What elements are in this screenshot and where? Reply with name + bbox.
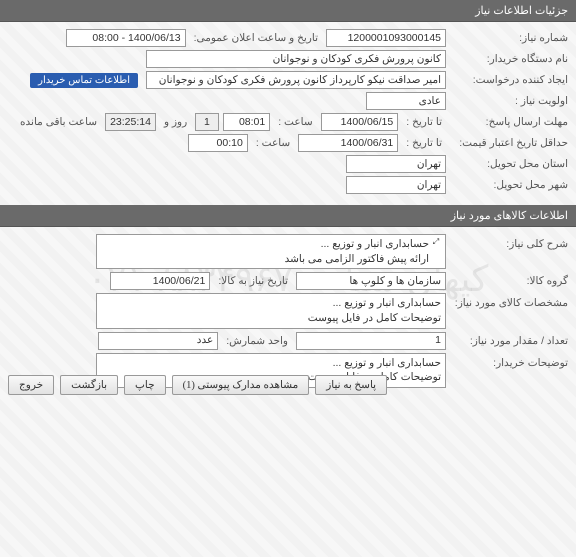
sublabel-days-and: روز و	[164, 116, 187, 128]
buyer-comments-line1: حسابداری انبار و توزیع ...	[101, 356, 441, 371]
panel-header-items-info: اطلاعات کالاهای مورد نیاز	[0, 205, 576, 227]
sublabel-time-1: ساعت :	[278, 116, 312, 128]
sublabel-hours-remaining: ساعت باقی مانده	[20, 116, 97, 128]
field-item-spec: حسابداری انبار و توزیع ... توضیحات کامل …	[96, 293, 446, 328]
label-response-deadline: مهلت ارسال پاسخ:	[450, 116, 568, 128]
field-announce-datetime: 1400/06/13 - 08:00	[66, 29, 186, 47]
field-delivery-city: تهران	[346, 176, 446, 194]
exit-button[interactable]: خروج	[8, 375, 54, 395]
field-need-to-product-date: 1400/06/21	[110, 272, 210, 290]
label-need-number: شماره نیاز:	[450, 32, 568, 44]
label-request-creator: ایجاد کننده درخواست:	[450, 74, 568, 86]
item-spec-line1: حسابداری انبار و توزیع ...	[101, 296, 441, 311]
section-items-info: شرح کلی نیاز: ⤢ حسابداری انبار و توزیع .…	[0, 227, 576, 399]
sublabel-to-date-1: تا تاریخ :	[406, 116, 442, 128]
need-desc-line1: حسابداری انبار و توزیع ...	[285, 237, 429, 252]
field-delivery-province: تهران	[346, 155, 446, 173]
respond-button[interactable]: پاسخ به نیاز	[315, 375, 387, 395]
label-buyer-dept: نام دستگاه خریدار:	[450, 53, 568, 65]
field-qty: 1	[296, 332, 446, 350]
field-deadline-time: 08:01	[223, 113, 271, 131]
attachments-button[interactable]: مشاهده مدارک پیوستی (1)	[172, 375, 310, 395]
label-price-min-date: حداقل تاریخ اعتبار قیمت:	[450, 137, 568, 149]
label-priority: اولویت نیاز :	[450, 95, 568, 107]
footer-buttons: خروج بازگشت چاپ مشاهده مدارک پیوستی (1) …	[8, 375, 568, 395]
label-need-to-product-date: تاریخ نیاز به کالا:	[218, 275, 288, 287]
field-deadline-days: 1	[195, 113, 219, 131]
panel-header-need-info: جزئیات اطلاعات نیاز	[0, 0, 576, 22]
field-deadline-date: 1400/06/15	[321, 113, 399, 131]
page-container: جزئیات اطلاعات نیاز شماره نیاز: 12000010…	[0, 0, 576, 399]
field-need-number: 1200001093000145	[326, 29, 446, 47]
label-need-desc: شرح کلی نیاز:	[450, 234, 568, 250]
field-unit: عدد	[98, 332, 218, 350]
label-buyer-comments: توضیحات خریدار:	[450, 353, 568, 369]
field-need-desc: ⤢ حسابداری انبار و توزیع ... ارائه پیش ف…	[96, 234, 446, 269]
expand-icon[interactable]: ⤢	[431, 237, 441, 247]
field-price-date: 1400/06/31	[298, 134, 398, 152]
field-price-time: 00:10	[188, 134, 248, 152]
label-delivery-city: شهر محل تحویل:	[450, 179, 568, 191]
tag-contact-buyer[interactable]: اطلاعات تماس خریدار	[30, 73, 138, 88]
print-button[interactable]: چاپ	[124, 375, 166, 395]
section-need-info: شماره نیاز: 1200001093000145 تاریخ و ساع…	[0, 22, 576, 205]
label-item-spec: مشخصات کالای مورد نیاز:	[450, 293, 568, 309]
item-spec-line2: توضیحات کامل در فایل پیوست	[101, 311, 441, 326]
label-unit: واحد شمارش:	[226, 335, 288, 347]
label-announce-datetime: تاریخ و ساعت اعلان عمومی:	[194, 32, 318, 44]
field-product-group: سازمان ها و کلوپ ها	[296, 272, 446, 290]
label-qty: تعداد / مقدار مورد نیاز:	[450, 335, 568, 347]
field-buyer-dept: کانون پرورش فکری کودکان و نوجوانان	[146, 50, 446, 68]
field-request-creator: امیر صداقت نیکو کارپرداز کانون پرورش فکر…	[146, 71, 446, 89]
sublabel-to-date-2: تا تاریخ :	[406, 137, 442, 149]
need-desc-line2: ارائه پیش فاکتور الزامی می باشد	[285, 252, 429, 267]
field-deadline-countdown: 23:25:14	[105, 113, 156, 131]
label-delivery-province: استان محل تحویل:	[450, 158, 568, 170]
field-priority: عادی	[366, 92, 446, 110]
label-product-group: گروه کالا:	[450, 275, 568, 287]
back-button[interactable]: بازگشت	[60, 375, 118, 395]
sublabel-time-2: ساعت :	[256, 137, 290, 149]
